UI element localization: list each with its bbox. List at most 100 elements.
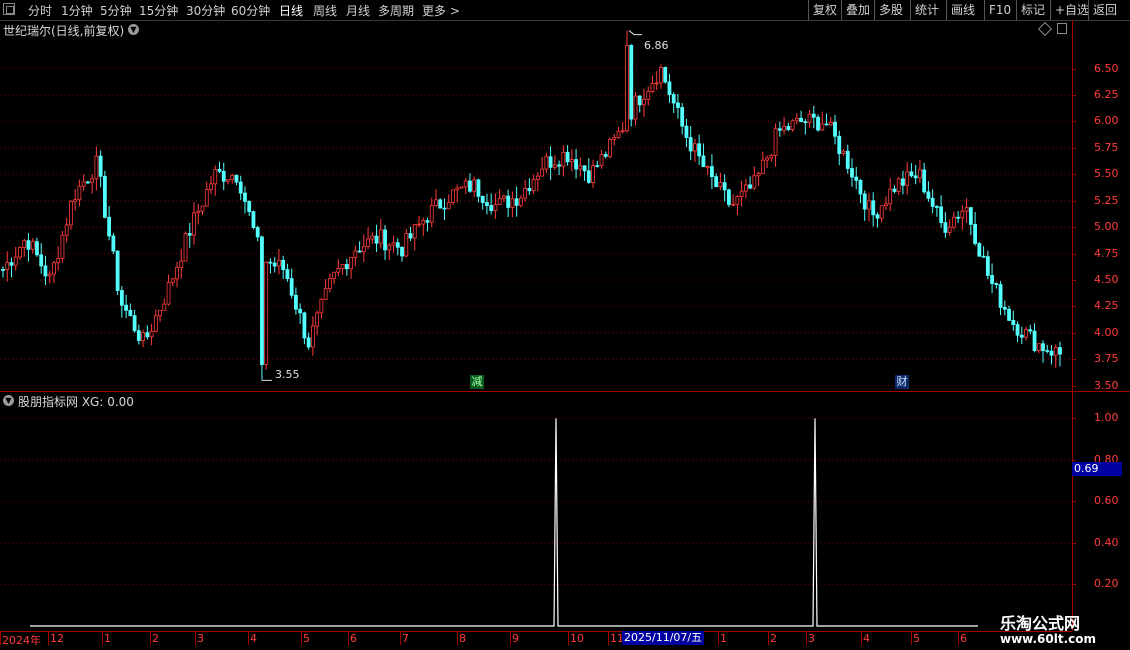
candle-body — [268, 261, 273, 264]
candle-body — [391, 242, 396, 246]
tab-3[interactable]: 15分钟 — [139, 2, 178, 19]
candle-body — [149, 330, 154, 338]
toolbar-button-2[interactable]: 多股 — [874, 0, 907, 20]
price-tick-mark — [1072, 253, 1076, 255]
date-tick-mark — [195, 631, 196, 645]
candle-body — [310, 325, 315, 348]
candlestick-chart — [0, 30, 1072, 387]
candle-body — [816, 116, 820, 131]
toolbar-button-0[interactable]: 复权 — [808, 0, 841, 20]
candle-body — [425, 220, 430, 223]
tab-6[interactable]: 日线 — [279, 2, 303, 19]
candle-body — [183, 233, 188, 262]
candle-body — [535, 175, 540, 180]
candle-body — [663, 67, 668, 83]
candle-body — [748, 184, 753, 189]
candle-body — [230, 174, 235, 180]
candle-body — [680, 107, 685, 127]
candle-body — [574, 159, 578, 170]
candle-body — [1053, 347, 1058, 356]
candle-body — [192, 212, 196, 236]
tab-8[interactable]: 月线 — [346, 2, 370, 19]
candle-body — [918, 169, 922, 179]
candle-body — [722, 182, 727, 191]
candle-body — [557, 164, 561, 167]
candle-body — [693, 143, 697, 152]
candle-body — [888, 188, 893, 205]
candle-body — [442, 207, 447, 210]
toolbar-button-1[interactable]: 叠加 — [841, 0, 874, 20]
tab-10[interactable]: 更多 > — [422, 2, 460, 19]
tab-4[interactable]: 30分钟 — [186, 2, 225, 19]
period-toolbar: 分时 1分钟 5分钟 15分钟 30分钟 60分钟 日线 周线 月线 多周期 更多 > 复权 叠加 多股… — [0, 0, 1130, 21]
tab-0[interactable]: 分时 — [28, 2, 52, 19]
candle-body — [26, 240, 31, 250]
candle-body — [901, 178, 905, 186]
indicator-tick-mark — [1072, 459, 1076, 461]
candle-body — [141, 332, 145, 341]
price-tick-mark — [1072, 359, 1076, 361]
event-badge-finance[interactable]: 财 — [895, 375, 909, 389]
candle-body — [374, 235, 379, 244]
candles — [1, 30, 1062, 381]
tab-2[interactable]: 5分钟 — [100, 2, 132, 19]
candle-body — [39, 254, 44, 267]
toolbar-button-5[interactable]: F10 — [984, 0, 1015, 20]
candle-body — [264, 261, 269, 365]
candle-body — [896, 178, 901, 192]
candle-body — [548, 156, 553, 168]
toolbar-button-3[interactable]: 统计 — [910, 0, 943, 20]
candle-body — [951, 216, 956, 228]
candle-body — [438, 199, 443, 209]
candle-body — [981, 255, 986, 258]
candle-body — [582, 165, 587, 172]
date-tick-mark — [568, 631, 569, 645]
candle-body — [281, 259, 286, 270]
candle-body — [990, 275, 994, 284]
candle-body — [642, 98, 646, 106]
candle-body — [858, 179, 863, 195]
tab-9[interactable]: 多周期 — [378, 2, 414, 19]
date-tick-mark — [911, 631, 912, 645]
candle-body — [480, 195, 485, 203]
candle-body — [35, 241, 39, 256]
toolbar-button-4[interactable]: 画线 — [946, 0, 979, 20]
tab-5[interactable]: 60分钟 — [231, 2, 270, 19]
candle-body — [13, 256, 18, 266]
candle-body — [595, 165, 600, 168]
price-tick-mark — [1072, 174, 1076, 176]
candle-body — [446, 202, 451, 210]
candle-body — [1024, 329, 1028, 338]
toolbar-button-6[interactable]: 标记 — [1016, 0, 1049, 20]
candle-body — [52, 262, 56, 275]
candle-body — [968, 207, 973, 225]
date-tick: 3 — [808, 632, 815, 645]
window-toggle-icon[interactable] — [3, 3, 15, 15]
candle-body — [688, 137, 693, 152]
price-tick: 6.00 — [1094, 114, 1119, 128]
candle-body — [289, 278, 294, 296]
candle-body — [1058, 347, 1062, 355]
price-tick: 5.00 — [1094, 220, 1119, 234]
candle-body — [451, 189, 455, 203]
candle-body — [646, 90, 651, 100]
toolbar-button-8[interactable]: 返回 — [1088, 0, 1121, 20]
tab-1[interactable]: 1分钟 — [61, 2, 93, 19]
candle-body — [417, 223, 421, 226]
candle-body — [1019, 334, 1024, 338]
candle-body — [803, 121, 808, 124]
candle-body — [871, 200, 876, 216]
candle-body — [506, 195, 511, 208]
tab-7[interactable]: 周线 — [313, 2, 337, 19]
candle-body — [726, 189, 731, 205]
candle-body — [752, 175, 757, 189]
candle-body — [943, 222, 948, 233]
candle-body — [769, 154, 774, 159]
event-badge-reduce[interactable]: 减 — [470, 375, 484, 389]
candle-body — [998, 284, 1003, 308]
candle-body — [238, 181, 243, 194]
candle-body — [30, 241, 35, 250]
candle-body — [977, 243, 982, 257]
candle-body — [153, 315, 158, 332]
toolbar-button-7[interactable]: +自选 — [1050, 0, 1093, 20]
